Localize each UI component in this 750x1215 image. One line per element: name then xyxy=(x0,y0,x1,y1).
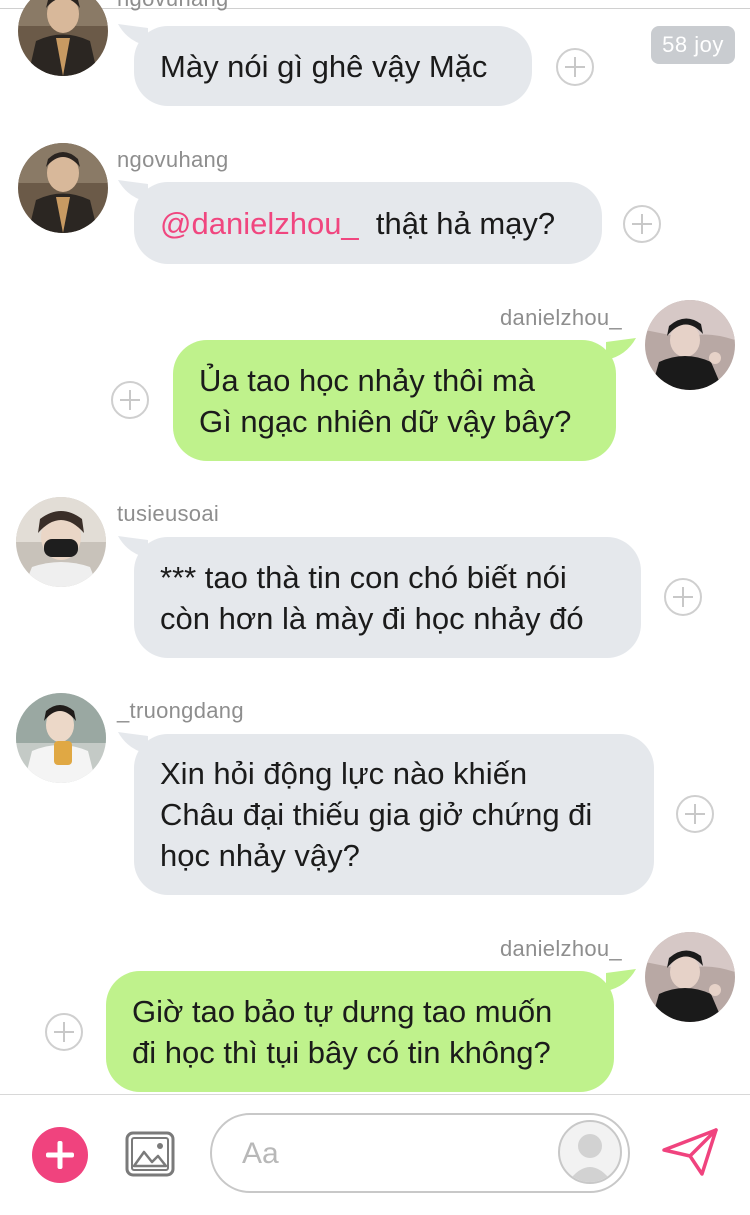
message-text: Ủa tao học nhảy thôi mà xyxy=(199,362,536,398)
avatar-image xyxy=(16,497,106,587)
message-text: Giờ tao bảo tự dưng tao muốn xyxy=(132,993,553,1029)
message-bubble[interactable]: Mày nói gì ghê vậy Mặc xyxy=(134,26,532,106)
add-icon[interactable] xyxy=(32,1127,88,1183)
message-text: đi học thì tụi bây có tin không? xyxy=(132,1034,551,1070)
avatar-image xyxy=(16,693,106,783)
message-bubble[interactable]: @danielzhou_ thật hả mạy? xyxy=(134,182,602,264)
send-icon[interactable] xyxy=(660,1126,720,1178)
message-bubble[interactable]: Ủa tao học nhảy thôi mà Gì ngạc nhiên dữ… xyxy=(173,340,616,461)
message-text: Châu đại thiếu gia giở chứng đi xyxy=(160,797,593,832)
message-text: Mày nói gì ghê vậy Mặc xyxy=(160,48,488,84)
message-username: tusieusoai xyxy=(117,501,220,526)
message-bubble[interactable]: Xin hỏi động lực nào khiến Châu đại thiế… xyxy=(134,734,654,895)
avatar-image xyxy=(645,932,735,1022)
message-bubble[interactable]: Giờ tao bảo tự dưng tao muốn đi học thì … xyxy=(106,971,614,1092)
reaction-plus-icon[interactable] xyxy=(556,48,594,86)
message-text: học nhảy vậy? xyxy=(160,838,360,873)
message-username: _truongdang xyxy=(117,698,244,723)
avatar-danielzhou[interactable] xyxy=(645,300,735,390)
message-text: còn hơn là mày đi học nhảy đó xyxy=(160,600,584,636)
avatar-image xyxy=(18,143,108,233)
avatar-truongdang[interactable] xyxy=(16,693,106,783)
message-username: ngovuhang xyxy=(117,147,229,172)
message-username: ngovuhang xyxy=(117,0,229,12)
message-text: Xin hỏi động lực nào khiến xyxy=(160,756,528,791)
message-text: @danielzhou_ thật hả mạy? xyxy=(160,205,556,241)
message-username: danielzhou_ xyxy=(500,305,622,330)
avatar-tusieusoai[interactable] xyxy=(16,497,106,587)
message-text: Gì ngạc nhiên dữ vậy bây? xyxy=(199,403,572,439)
reaction-plus-icon[interactable] xyxy=(664,578,702,616)
message-username: danielzhou_ xyxy=(500,936,622,961)
sticker-avatar-icon[interactable] xyxy=(558,1120,622,1184)
avatar-danielzhou[interactable] xyxy=(645,932,735,1022)
avatar-image xyxy=(645,300,735,390)
avatar-image xyxy=(18,0,108,76)
joy-badge: 58 joy xyxy=(651,26,735,64)
reaction-plus-icon[interactable] xyxy=(111,381,149,419)
reaction-plus-icon[interactable] xyxy=(623,205,661,243)
avatar-ngovuhang[interactable] xyxy=(18,143,108,233)
mention-link[interactable]: @danielzhou_ xyxy=(160,206,359,241)
avatar-ngovuhang[interactable] xyxy=(18,0,108,76)
top-divider xyxy=(0,0,750,9)
message-input[interactable] xyxy=(240,1133,544,1175)
message-text: *** tao thà tin con chó biết nói xyxy=(160,559,567,595)
reaction-plus-icon[interactable] xyxy=(676,795,714,833)
image-icon[interactable] xyxy=(124,1130,176,1178)
reaction-plus-icon[interactable] xyxy=(45,1013,83,1051)
message-bubble[interactable]: *** tao thà tin con chó biết nói còn hơn… xyxy=(134,537,641,658)
